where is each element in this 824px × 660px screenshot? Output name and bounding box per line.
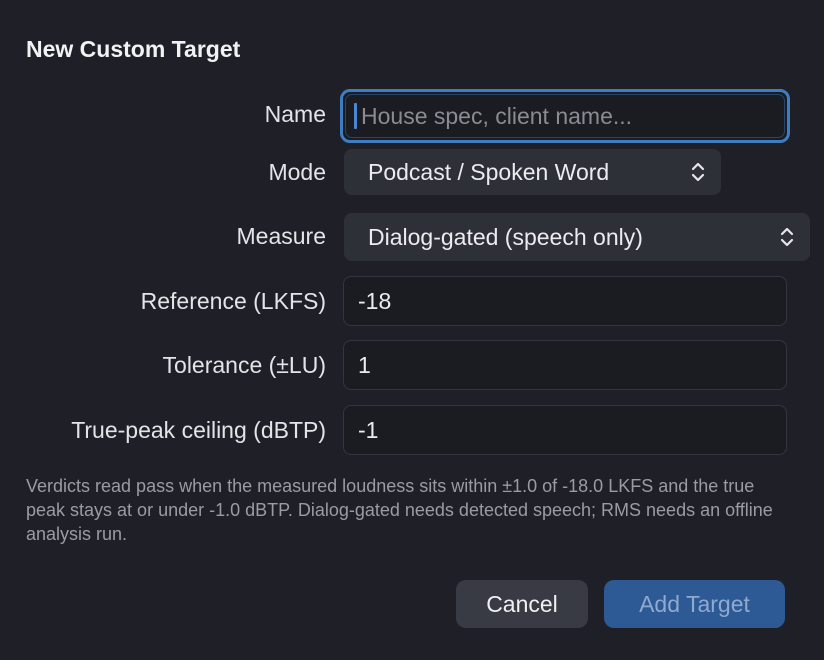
- name-label: Name: [264, 101, 326, 127]
- reference-label: Reference (LKFS): [140, 288, 326, 314]
- add-target-button[interactable]: Add Target: [604, 580, 785, 628]
- measure-selected-value: Dialog-gated (speech only): [368, 223, 643, 250]
- mode-label: Mode: [268, 159, 326, 185]
- dialog-title: New Custom Target: [26, 36, 241, 62]
- true-peak-label: True-peak ceiling (dBTP): [71, 417, 326, 443]
- tolerance-value: 1: [358, 351, 371, 378]
- text-caret: [354, 103, 357, 129]
- tolerance-input[interactable]: 1: [343, 340, 787, 390]
- up-down-chevron-icon: [780, 227, 794, 247]
- name-field[interactable]: [340, 89, 790, 143]
- up-down-chevron-icon: [691, 162, 705, 182]
- reference-input[interactable]: -18: [343, 276, 787, 326]
- new-custom-target-dialog: New Custom Target Name Mode Podcast / Sp…: [0, 0, 824, 660]
- true-peak-value: -1: [358, 416, 379, 443]
- true-peak-input[interactable]: -1: [343, 405, 787, 455]
- name-input[interactable]: [359, 101, 763, 131]
- measure-select[interactable]: Dialog-gated (speech only): [344, 213, 810, 261]
- tolerance-label: Tolerance (±LU): [162, 352, 326, 378]
- cancel-button[interactable]: Cancel: [456, 580, 588, 628]
- help-text: Verdicts read pass when the measured lou…: [26, 476, 773, 544]
- measure-label: Measure: [236, 223, 326, 249]
- mode-select[interactable]: Podcast / Spoken Word: [344, 149, 721, 195]
- mode-selected-value: Podcast / Spoken Word: [368, 158, 610, 185]
- reference-value: -18: [358, 287, 392, 314]
